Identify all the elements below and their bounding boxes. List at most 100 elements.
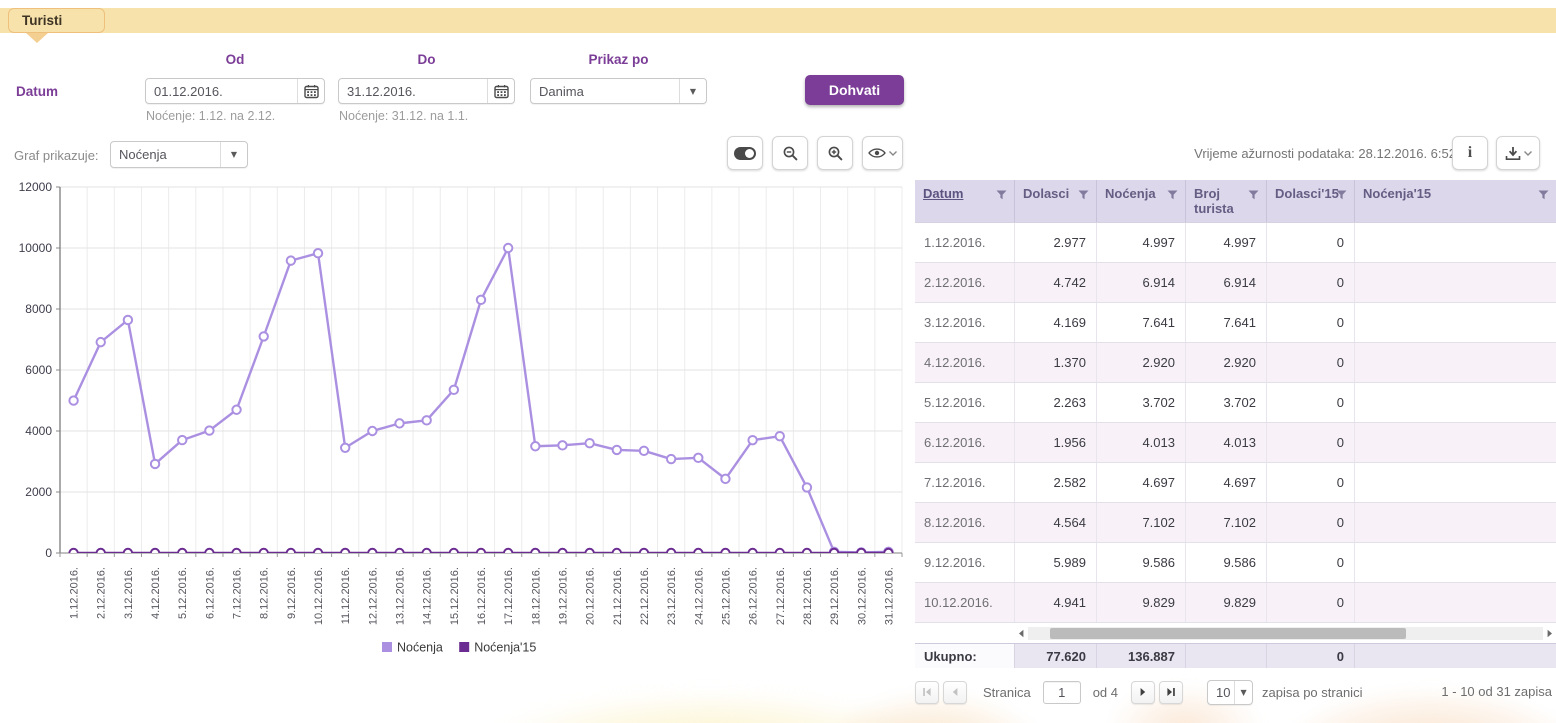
series-visibility-button[interactable] xyxy=(862,136,903,170)
svg-text:30.12.2016.: 30.12.2016. xyxy=(856,567,868,625)
info-button[interactable]: i xyxy=(1452,136,1488,170)
table-row[interactable]: 10.12.2016.4.9419.8299.8290 xyxy=(915,583,1556,623)
filter-icon[interactable] xyxy=(1078,190,1089,200)
graf-prikazuje-select[interactable]: Noćenja ▼ xyxy=(110,141,248,168)
next-page-button[interactable] xyxy=(1131,681,1155,704)
data-updated-status: Vrijeme ažurnosti podataka: 28.12.2016. … xyxy=(1194,146,1456,161)
chevron-down-icon xyxy=(889,151,897,156)
scrollbar-track[interactable] xyxy=(1028,627,1543,640)
zoom-in-icon xyxy=(828,146,843,161)
filter-icon[interactable] xyxy=(1248,190,1259,200)
column-label: Dolasci'15 xyxy=(1275,186,1339,201)
last-page-icon xyxy=(1166,687,1176,697)
table-cell: 4.564 xyxy=(1015,503,1097,542)
table-horizontal-scrollbar[interactable] xyxy=(1015,623,1556,643)
date-to-input[interactable] xyxy=(339,79,487,103)
table-cell: 0 xyxy=(1267,383,1355,422)
table-row[interactable]: 6.12.2016.1.9564.0134.0130 xyxy=(915,423,1556,463)
download-button[interactable] xyxy=(1496,136,1540,170)
column-label: Datum xyxy=(923,186,963,201)
zoom-in-button[interactable] xyxy=(817,136,853,170)
table-cell: 2.12.2016. xyxy=(915,263,1015,302)
table-cell: 0 xyxy=(1267,343,1355,382)
scroll-right-icon[interactable] xyxy=(1546,629,1554,638)
column-header[interactable]: Broj turista xyxy=(1186,180,1267,222)
chart-toggle-button[interactable] xyxy=(727,136,763,170)
table-cell: 0 xyxy=(1267,263,1355,302)
svg-text:27.12.2016.: 27.12.2016. xyxy=(775,567,787,625)
table-body: 1.12.2016.2.9774.9974.99702.12.2016.4.74… xyxy=(915,222,1556,623)
table-row[interactable]: 4.12.2016.1.3702.9202.9200 xyxy=(915,343,1556,383)
first-page-icon xyxy=(922,687,932,697)
table-row[interactable]: 5.12.2016.2.2633.7023.7020 xyxy=(915,383,1556,423)
table-cell xyxy=(1355,343,1556,382)
chart-series-nocenja15 xyxy=(69,549,892,557)
table-row[interactable]: 2.12.2016.4.7426.9146.9140 xyxy=(915,263,1556,303)
filter-icon[interactable] xyxy=(1167,190,1178,200)
stranica-label: Stranica xyxy=(983,685,1031,700)
filter-icon[interactable] xyxy=(1538,190,1549,200)
date-from-calendar-button[interactable] xyxy=(297,79,324,103)
column-label: Dolasci xyxy=(1023,186,1069,201)
zoom-out-button[interactable] xyxy=(772,136,808,170)
page-number-input[interactable] xyxy=(1043,681,1081,704)
table-cell xyxy=(1355,583,1556,622)
table-row[interactable]: 3.12.2016.4.1697.6417.6410 xyxy=(915,303,1556,343)
svg-text:19.12.2016.: 19.12.2016. xyxy=(557,567,569,625)
date-from-field xyxy=(145,78,325,104)
app-root: Turisti Od Do Prikaz po Datum Danima ▼ D… xyxy=(0,0,1556,723)
svg-text:24.12.2016.: 24.12.2016. xyxy=(693,567,705,625)
svg-text:Noćenja: Noćenja xyxy=(397,641,443,655)
total-cell xyxy=(1355,644,1556,668)
table-cell: 9.829 xyxy=(1186,583,1267,622)
dohvati-button[interactable]: Dohvati xyxy=(805,75,904,105)
calendar-icon xyxy=(494,84,509,99)
table-cell: 2.582 xyxy=(1015,463,1097,502)
table-cell: 4.941 xyxy=(1015,583,1097,622)
prev-page-button[interactable] xyxy=(943,681,967,704)
table-cell xyxy=(1355,423,1556,462)
table-row[interactable]: 7.12.2016.2.5824.6974.6970 xyxy=(915,463,1556,503)
table-cell: 5.12.2016. xyxy=(915,383,1015,422)
filter-icon[interactable] xyxy=(1336,190,1347,200)
date-from-input[interactable] xyxy=(146,79,297,103)
column-header[interactable]: Noćenja'15 xyxy=(1355,180,1556,222)
scrollbar-thumb[interactable] xyxy=(1050,628,1406,639)
table-cell: 4.742 xyxy=(1015,263,1097,302)
table-cell: 7.641 xyxy=(1186,303,1267,342)
graf-prikazuje-label: Graf prikazuje: xyxy=(14,148,99,163)
date-to-calendar-button[interactable] xyxy=(487,79,514,103)
table-cell: 4.997 xyxy=(1186,223,1267,262)
total-cell: 77.620 xyxy=(1015,644,1097,668)
svg-text:15.12.2016.: 15.12.2016. xyxy=(449,567,461,625)
zoom-out-icon xyxy=(783,146,798,161)
svg-text:3.12.2016.: 3.12.2016. xyxy=(123,567,135,619)
table-row[interactable]: 1.12.2016.2.9774.9974.9970 xyxy=(915,223,1556,263)
total-cell: 136.887 xyxy=(1097,644,1186,668)
svg-text:4000: 4000 xyxy=(25,424,52,438)
filter-icon[interactable] xyxy=(996,190,1007,200)
first-page-button[interactable] xyxy=(915,681,939,704)
table-cell: 9.586 xyxy=(1097,543,1186,582)
scroll-left-icon[interactable] xyxy=(1017,629,1025,638)
table-cell: 10.12.2016. xyxy=(915,583,1015,622)
table-cell: 7.102 xyxy=(1097,503,1186,542)
svg-text:4.12.2016.: 4.12.2016. xyxy=(150,567,162,619)
tab-turisti[interactable]: Turisti xyxy=(8,8,105,33)
last-page-button[interactable] xyxy=(1159,681,1183,704)
table-cell: 4.169 xyxy=(1015,303,1097,342)
table-cell xyxy=(1355,223,1556,262)
page-size-select[interactable]: 10 ▼ xyxy=(1207,680,1253,705)
column-header[interactable]: Dolasci xyxy=(1015,180,1097,222)
table-total-row: Ukupno:77.620136.8870 xyxy=(915,643,1556,668)
records-range-label: 1 - 10 od 31 zapisa xyxy=(1441,684,1552,699)
total-label: Ukupno: xyxy=(915,644,1015,668)
nocenja-chart: 0200040006000800010000120001.12.2016.2.1… xyxy=(2,176,910,678)
column-header[interactable]: Datum xyxy=(915,180,1015,222)
column-header[interactable]: Noćenja xyxy=(1097,180,1186,222)
table-row[interactable]: 8.12.2016.4.5647.1027.1020 xyxy=(915,503,1556,543)
toggle-icon xyxy=(734,147,756,160)
prikaz-po-select[interactable]: Danima ▼ xyxy=(530,78,707,104)
column-header[interactable]: Dolasci'15 xyxy=(1267,180,1355,222)
table-row[interactable]: 9.12.2016.5.9899.5869.5860 xyxy=(915,543,1556,583)
